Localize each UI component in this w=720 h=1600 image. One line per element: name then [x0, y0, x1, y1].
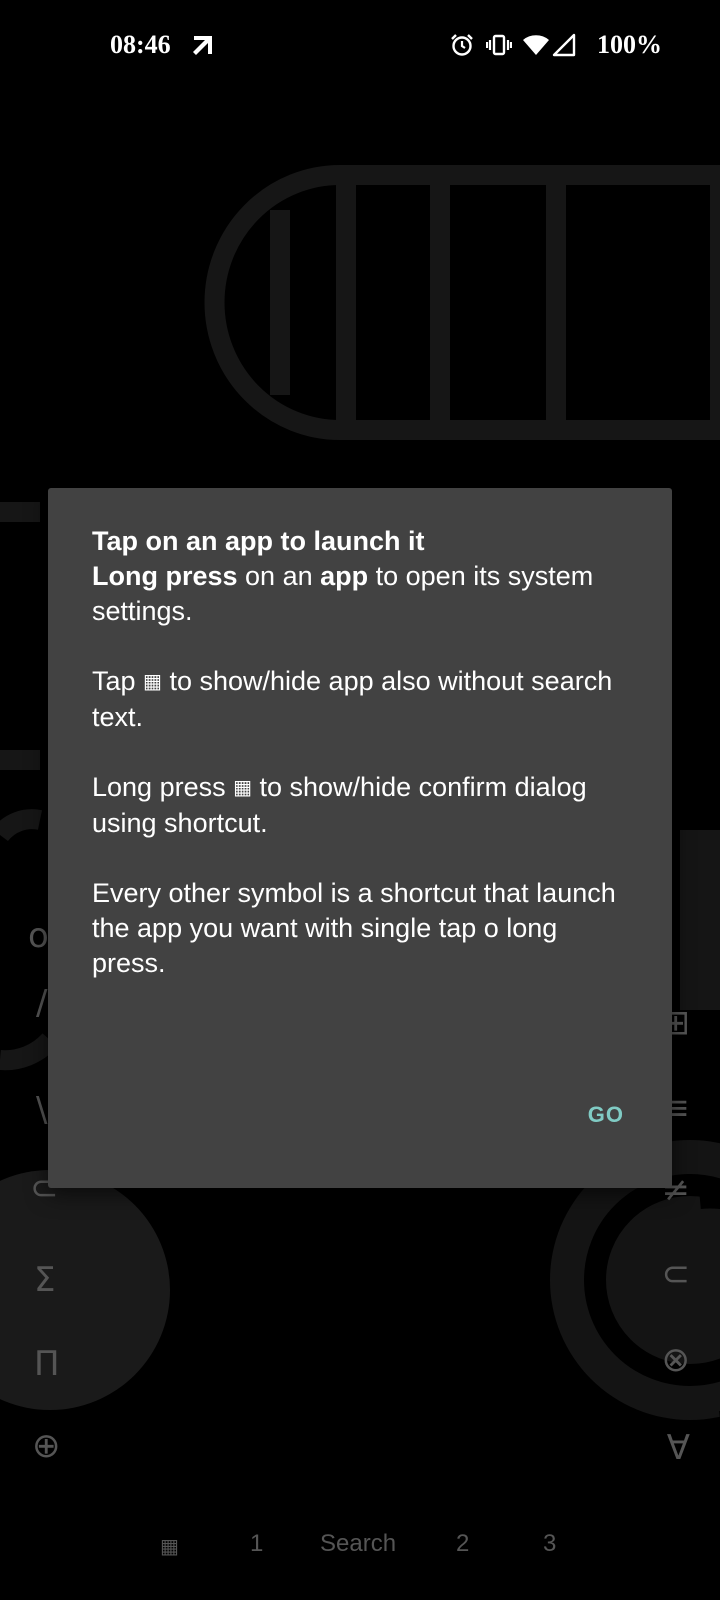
dialog-text: on an	[237, 561, 321, 591]
navigation-arrow-icon	[193, 36, 212, 55]
battery-percentage: 100%	[597, 30, 662, 59]
dialog-text: Long press	[92, 772, 234, 802]
shortcut-symbol-left-2[interactable]: /	[36, 983, 47, 1023]
vibrate-icon	[486, 34, 512, 56]
grid-icon: ▦	[143, 671, 162, 693]
shortcut-symbol-left-1[interactable]: o	[28, 916, 49, 956]
wifi-icon	[523, 35, 549, 55]
shortcut-symbol-left-6[interactable]: Π	[34, 1344, 60, 1384]
shortcut-symbol-right-6[interactable]: ⊗	[662, 1340, 691, 1380]
status-bar: 08:46 100%	[0, 0, 720, 96]
grid-icon: ▦	[233, 777, 252, 799]
dialog-bold-long-press: Long press	[92, 561, 238, 591]
page-3-button[interactable]: 3	[543, 1530, 556, 1558]
dialog-text: Tap	[92, 666, 144, 696]
bottom-bar: ▦ 1 Search 2 3	[0, 1520, 720, 1570]
help-dialog: Tap on an app to launch it Long press on…	[48, 488, 672, 1188]
dialog-text: Every other symbol is a shortcut that la…	[92, 878, 616, 978]
shortcut-symbol-left-5[interactable]: Σ	[34, 1260, 55, 1300]
shortcut-symbol-left-7[interactable]: ⊕	[32, 1426, 61, 1466]
page-2-button[interactable]: 2	[456, 1530, 469, 1558]
dialog-message: Tap on an app to launch it Long press on…	[92, 524, 632, 1016]
cell-signal-icon	[552, 33, 576, 57]
search-input[interactable]: Search	[320, 1530, 396, 1558]
go-button[interactable]: GO	[584, 1096, 628, 1134]
dialog-bold-app: app	[320, 561, 369, 591]
dialog-line-launch: Tap on an app to launch it	[92, 526, 425, 556]
shortcut-symbol-left-3[interactable]: \	[36, 1090, 47, 1130]
dialog-text: to show/hide app also without search tex…	[92, 666, 613, 732]
shortcut-symbol-right-7[interactable]: ∀	[667, 1428, 690, 1468]
grid-toggle-icon[interactable]: ▦	[160, 1534, 179, 1559]
status-time: 08:46	[110, 30, 171, 59]
alarm-icon	[451, 34, 473, 56]
page-1-button[interactable]: 1	[250, 1530, 263, 1558]
shortcut-symbol-right-5[interactable]: ⊂	[662, 1254, 691, 1294]
